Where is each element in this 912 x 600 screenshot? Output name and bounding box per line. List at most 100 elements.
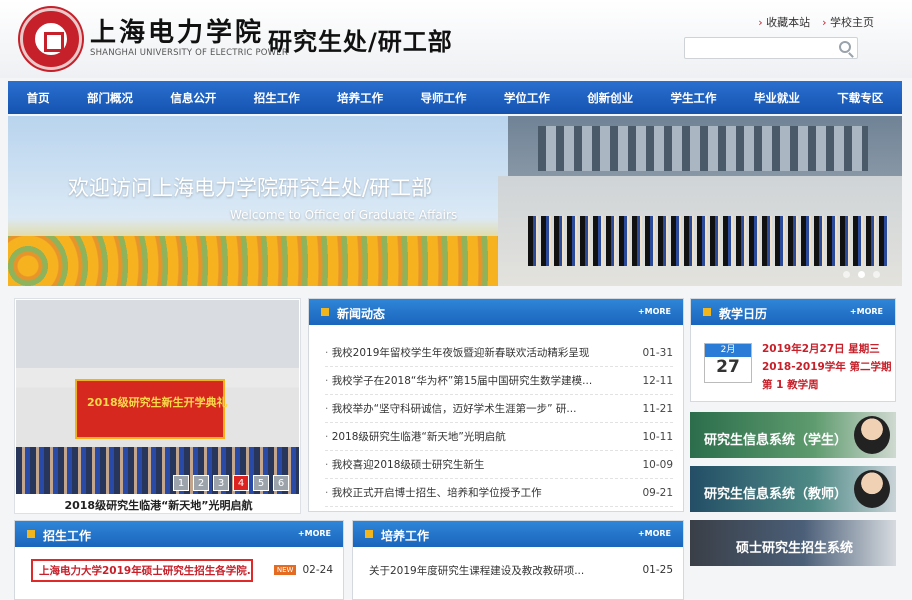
nav-item-supervisor[interactable]: 导师工作 bbox=[414, 90, 472, 106]
teacher-info-system-button[interactable]: 研究生信息系统（教师） bbox=[690, 466, 896, 512]
list-item[interactable]: 我校2019年留校学生年夜饭暨迎新春联欢活动精彩呈现 01-31 bbox=[325, 339, 673, 367]
nav-item-about[interactable]: 部门概况 bbox=[81, 90, 139, 106]
news-date: 10-09 bbox=[642, 458, 673, 471]
nav-item-training[interactable]: 培养工作 bbox=[331, 90, 389, 106]
list-item[interactable]: 我校喜迎2018级硕士研究生新生 10-09 bbox=[325, 451, 673, 479]
news-title[interactable]: 2018级研究生临港“新天地”光明启航 bbox=[325, 429, 506, 444]
nav-item-recruitment[interactable]: 招生工作 bbox=[248, 90, 306, 106]
square-bullet-icon bbox=[365, 530, 373, 538]
recruitment-system-button[interactable]: 硕士研究生招生系统 bbox=[690, 520, 896, 566]
department-title: 研究生处/研工部 bbox=[268, 28, 453, 56]
news-date: 10-11 bbox=[642, 430, 673, 443]
calendar-month: 2月 bbox=[705, 344, 751, 357]
nav-item-innovation[interactable]: 创新创业 bbox=[581, 90, 639, 106]
teacher-system-label: 研究生信息系统（教师） bbox=[704, 487, 848, 502]
photo-page-2[interactable]: 2 bbox=[193, 475, 209, 491]
training-more-link[interactable]: +MORE bbox=[638, 529, 671, 538]
banner-title-en: Welcome to Office of Graduate Affairs bbox=[230, 208, 458, 222]
photo-page-1[interactable]: 1 bbox=[173, 475, 189, 491]
calendar-date-line: 2019年2月27日 星期三 bbox=[762, 343, 880, 355]
main-nav: 首页 部门概况 信息公开 招生工作 培养工作 导师工作 学位工作 创新创业 学生… bbox=[8, 81, 902, 114]
list-item[interactable]: 我校学子在2018“华为杯”第15届中国研究生数学建模... 12-11 bbox=[325, 367, 673, 395]
training-item-date: 01-25 bbox=[642, 564, 673, 576]
banner-graduates-image bbox=[498, 176, 902, 286]
calendar-term-line: 2018-2019学年 第二学期 bbox=[762, 361, 892, 373]
nav-item-download[interactable]: 下载专区 bbox=[831, 90, 889, 106]
recruitment-panel: 招生工作 +MORE 上海电力大学2019年硕士研究生招生各学院... NEW … bbox=[14, 520, 344, 600]
news-title[interactable]: 我校举办“坚守科研诚信，迈好学术生涯第一步” 研... bbox=[325, 401, 577, 416]
news-title[interactable]: 我校喜迎2018级硕士研究生新生 bbox=[325, 457, 485, 472]
teacher-portrait-image bbox=[854, 470, 890, 508]
square-bullet-icon bbox=[321, 308, 329, 316]
news-more-link[interactable]: +MORE bbox=[638, 307, 671, 316]
photo-page-6[interactable]: 6 bbox=[273, 475, 289, 491]
news-date: 09-21 bbox=[642, 486, 673, 499]
news-list: 我校2019年留校学生年夜饭暨迎新春联欢活动精彩呈现 01-31 我校学子在201… bbox=[309, 325, 683, 507]
nav-item-info[interactable]: 信息公开 bbox=[164, 90, 222, 106]
graduate-portrait-image bbox=[854, 416, 890, 454]
recruitment-system-label: 硕士研究生招生系统 bbox=[736, 541, 854, 556]
recruitment-list: 上海电力大学2019年硕士研究生招生各学院... NEW 02-24 bbox=[15, 547, 343, 582]
photo-caption[interactable]: 2018级研究生临港“新天地”光明启航 bbox=[15, 497, 302, 513]
photo-page-3[interactable]: 3 bbox=[213, 475, 229, 491]
calendar-panel-title: 教学日历 bbox=[719, 307, 768, 321]
list-item[interactable]: 2018级研究生临港“新天地”光明启航 10-11 bbox=[325, 423, 673, 451]
square-bullet-icon bbox=[27, 530, 35, 538]
square-bullet-icon bbox=[703, 308, 711, 316]
bookmark-link[interactable]: 收藏本站 bbox=[758, 14, 810, 30]
nav-item-home[interactable]: 首页 bbox=[21, 90, 56, 106]
site-header: 上海电力学院 SHANGHAI UNIVERSITY OF ELECTRIC P… bbox=[0, 0, 912, 78]
news-date: 11-21 bbox=[642, 402, 673, 415]
search-input[interactable] bbox=[684, 37, 858, 59]
student-info-system-button[interactable]: 研究生信息系统（学生） bbox=[690, 412, 896, 458]
news-panel-title: 新闻动态 bbox=[337, 307, 386, 321]
recruitment-item-date: 02-24 bbox=[302, 564, 333, 576]
news-title[interactable]: 我校正式开启博士招生、培养和学位授予工作 bbox=[325, 485, 542, 500]
top-links: 收藏本站 学校主页 bbox=[758, 14, 874, 30]
recruitment-panel-title: 招生工作 bbox=[43, 529, 92, 543]
banner-flowers-image bbox=[8, 236, 508, 286]
news-title[interactable]: 我校学子在2018“华为杯”第15届中国研究生数学建模... bbox=[325, 373, 592, 388]
news-panel: 新闻动态 +MORE 我校2019年留校学生年夜饭暨迎新春联欢活动精彩呈现 01-… bbox=[308, 298, 684, 512]
nav-item-degree[interactable]: 学位工作 bbox=[498, 90, 556, 106]
photo-pager: 1 2 3 4 5 6 bbox=[173, 475, 289, 491]
banner-dot[interactable] bbox=[843, 271, 850, 278]
news-date: 01-31 bbox=[642, 346, 673, 359]
news-title[interactable]: 我校2019年留校学生年夜饭暨迎新春联欢活动精彩呈现 bbox=[325, 345, 590, 360]
banner-dots bbox=[843, 271, 880, 278]
school-home-link[interactable]: 学校主页 bbox=[822, 14, 874, 30]
recruitment-item-title[interactable]: 上海电力大学2019年硕士研究生招生各学院... bbox=[31, 558, 253, 582]
photo-page-5[interactable]: 5 bbox=[253, 475, 269, 491]
training-panel-title: 培养工作 bbox=[381, 529, 430, 543]
school-name-cn[interactable]: 上海电力学院 bbox=[90, 12, 264, 49]
recruitment-item-meta: NEW 02-24 bbox=[270, 564, 333, 576]
list-item[interactable]: 我校举办“坚守科研诚信，迈好学术生涯第一步” 研... 11-21 bbox=[325, 395, 673, 423]
calendar-panel-header: 教学日历 +MORE bbox=[691, 299, 895, 325]
training-item-title[interactable]: 关于2019年度研究生课程建设及教改教研项... bbox=[369, 563, 584, 578]
list-item[interactable]: 关于2019年度研究生课程建设及教改教研项... 01-25 bbox=[369, 559, 673, 581]
student-system-label: 研究生信息系统（学生） bbox=[704, 433, 848, 448]
stage-banner-text: 2018级研究生新生开学典礼 bbox=[87, 396, 228, 409]
hero-banner[interactable]: 欢迎访问上海电力学院研究生处/研工部 Welcome to Office of … bbox=[8, 116, 902, 286]
training-panel-header: 培养工作 +MORE bbox=[353, 521, 683, 547]
banner-dot[interactable] bbox=[873, 271, 880, 278]
new-badge: NEW bbox=[273, 565, 297, 575]
calendar-week-line: 第 1 教学周 bbox=[762, 379, 819, 391]
list-item[interactable]: 上海电力大学2019年硕士研究生招生各学院... NEW 02-24 bbox=[31, 558, 333, 582]
nav-item-employment[interactable]: 毕业就业 bbox=[748, 90, 806, 106]
recruitment-panel-header: 招生工作 +MORE bbox=[15, 521, 343, 547]
list-item[interactable]: 我校正式开启博士招生、培养和学位授予工作 09-21 bbox=[325, 479, 673, 507]
nav-item-student[interactable]: 学生工作 bbox=[665, 90, 723, 106]
search-icon[interactable] bbox=[839, 41, 851, 53]
school-seal-logo[interactable] bbox=[20, 8, 82, 70]
calendar-more-link[interactable]: +MORE bbox=[850, 307, 883, 316]
calendar-info: 2019年2月27日 星期三 2018-2019学年 第二学期 第 1 教学周 bbox=[762, 340, 891, 394]
banner-title-cn: 欢迎访问上海电力学院研究生处/研工部 bbox=[68, 176, 433, 200]
photo-page-4-active[interactable]: 4 bbox=[233, 475, 249, 491]
photo-slider[interactable]: 2018级研究生新生开学典礼 1 2 3 4 5 6 2018级研究生临港“新天… bbox=[14, 298, 301, 514]
banner-dot-active[interactable] bbox=[858, 271, 865, 278]
school-name-en: SHANGHAI UNIVERSITY OF ELECTRIC POWER bbox=[90, 48, 288, 58]
recruitment-more-link[interactable]: +MORE bbox=[298, 529, 331, 538]
training-panel: 培养工作 +MORE 关于2019年度研究生课程建设及教改教研项... 01-2… bbox=[352, 520, 684, 600]
news-panel-header: 新闻动态 +MORE bbox=[309, 299, 683, 325]
